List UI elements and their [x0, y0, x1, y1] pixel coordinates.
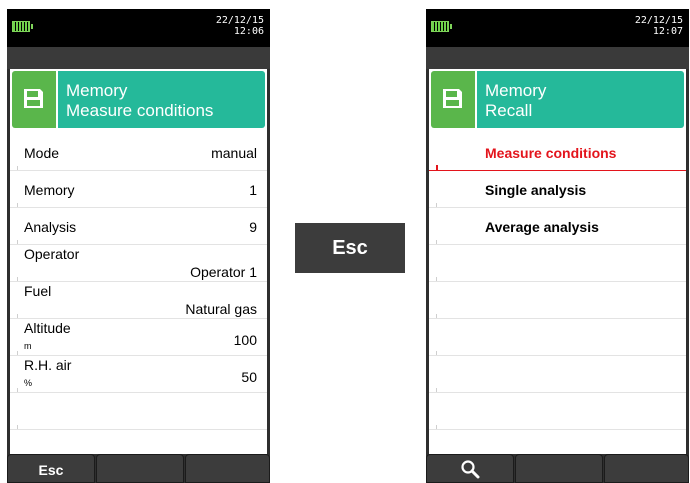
top-band	[426, 47, 689, 69]
parameter-list: Mode manual Memory 1 Analysis 9 Operator…	[10, 134, 267, 430]
date: 22/12/15	[215, 15, 264, 26]
left-device-screen: 22/12/15 12:06 Memory Measure conditions…	[7, 9, 270, 483]
header-title-line1: Memory	[66, 81, 128, 100]
search-icon	[461, 460, 480, 479]
header-panel: Memory Measure conditions	[12, 71, 265, 128]
time: 12:07	[652, 26, 683, 37]
row-value: Operator 1	[190, 264, 257, 280]
top-band	[7, 47, 270, 69]
row-label: Fuel	[24, 283, 52, 299]
row-value: 1	[249, 182, 257, 198]
status-bar: 22/12/15 12:06	[7, 9, 270, 47]
softkey-2[interactable]	[96, 454, 184, 483]
softkey-bar: Esc	[7, 454, 270, 483]
datetime: 22/12/15 12:07	[635, 15, 683, 37]
row-value: 100	[233, 332, 257, 348]
row-label: R.H. air	[24, 357, 72, 373]
recall-menu: Measure conditions Single analysis Avera…	[429, 134, 686, 430]
row-operator[interactable]: Operator Operator 1	[10, 245, 267, 282]
date: 22/12/15	[634, 15, 683, 26]
menu-empty-row	[429, 393, 686, 430]
row-label: Memory	[24, 182, 75, 198]
screen-content: Memory Measure conditions Mode manual Me…	[10, 69, 267, 454]
floppy-disk-icon	[24, 89, 43, 108]
screen-content: Memory Recall Measure conditions Single …	[429, 69, 686, 454]
battery-icon	[12, 21, 33, 32]
header-title-line2: Measure conditions	[66, 101, 214, 120]
header-panel: Memory Recall	[431, 71, 684, 128]
softkey-3[interactable]	[604, 454, 689, 483]
softkey-bar	[426, 454, 689, 483]
softkey-2[interactable]	[515, 454, 603, 483]
row-value: 9	[249, 219, 257, 235]
header-title: Memory Measure conditions	[58, 71, 265, 128]
menu-empty-row	[429, 282, 686, 319]
search-softkey[interactable]	[426, 454, 514, 483]
header-icon-box	[12, 71, 56, 128]
row-value: manual	[211, 145, 257, 161]
row-empty	[10, 393, 267, 430]
menu-item-measure-conditions[interactable]: Measure conditions	[429, 134, 686, 171]
row-rh-air[interactable]: R.H. air % 50	[10, 356, 267, 393]
menu-empty-row	[429, 245, 686, 282]
status-bar: 22/12/15 12:07	[426, 9, 689, 47]
header-title: Memory Recall	[477, 71, 684, 128]
menu-item-single-analysis[interactable]: Single analysis	[429, 171, 686, 208]
row-unit: m	[24, 341, 32, 351]
row-label: Mode	[24, 145, 60, 161]
header-title-line2: Recall	[485, 101, 533, 120]
floppy-disk-icon	[443, 89, 462, 108]
menu-empty-row	[429, 356, 686, 393]
menu-empty-row	[429, 319, 686, 356]
time: 12:06	[233, 26, 264, 37]
header-icon-box	[431, 71, 475, 128]
row-label: Operator	[24, 246, 80, 262]
softkey-3[interactable]	[185, 454, 270, 483]
row-analysis[interactable]: Analysis 9	[10, 208, 267, 245]
header-title-line1: Memory	[485, 81, 547, 100]
menu-item-average-analysis[interactable]: Average analysis	[429, 208, 686, 245]
menu-item-label: Single analysis	[485, 182, 587, 198]
row-value: 50	[241, 369, 257, 385]
row-value: Natural gas	[185, 301, 257, 317]
row-altitude[interactable]: Altitude m 100	[10, 319, 267, 356]
datetime: 22/12/15 12:06	[216, 15, 264, 37]
row-label: Analysis	[24, 219, 77, 235]
row-fuel[interactable]: Fuel Natural gas	[10, 282, 267, 319]
right-device-screen: 22/12/15 12:07 Memory Recall Measure con…	[426, 9, 689, 483]
esc-softkey[interactable]: Esc	[7, 454, 95, 483]
row-memory[interactable]: Memory 1	[10, 171, 267, 208]
menu-item-label: Measure conditions	[485, 145, 617, 161]
row-label: Altitude	[24, 320, 71, 336]
esc-key-indicator[interactable]: Esc	[295, 223, 405, 273]
battery-icon	[431, 21, 452, 32]
row-mode[interactable]: Mode manual	[10, 134, 267, 171]
menu-item-label: Average analysis	[485, 219, 599, 235]
row-unit: %	[24, 378, 33, 388]
